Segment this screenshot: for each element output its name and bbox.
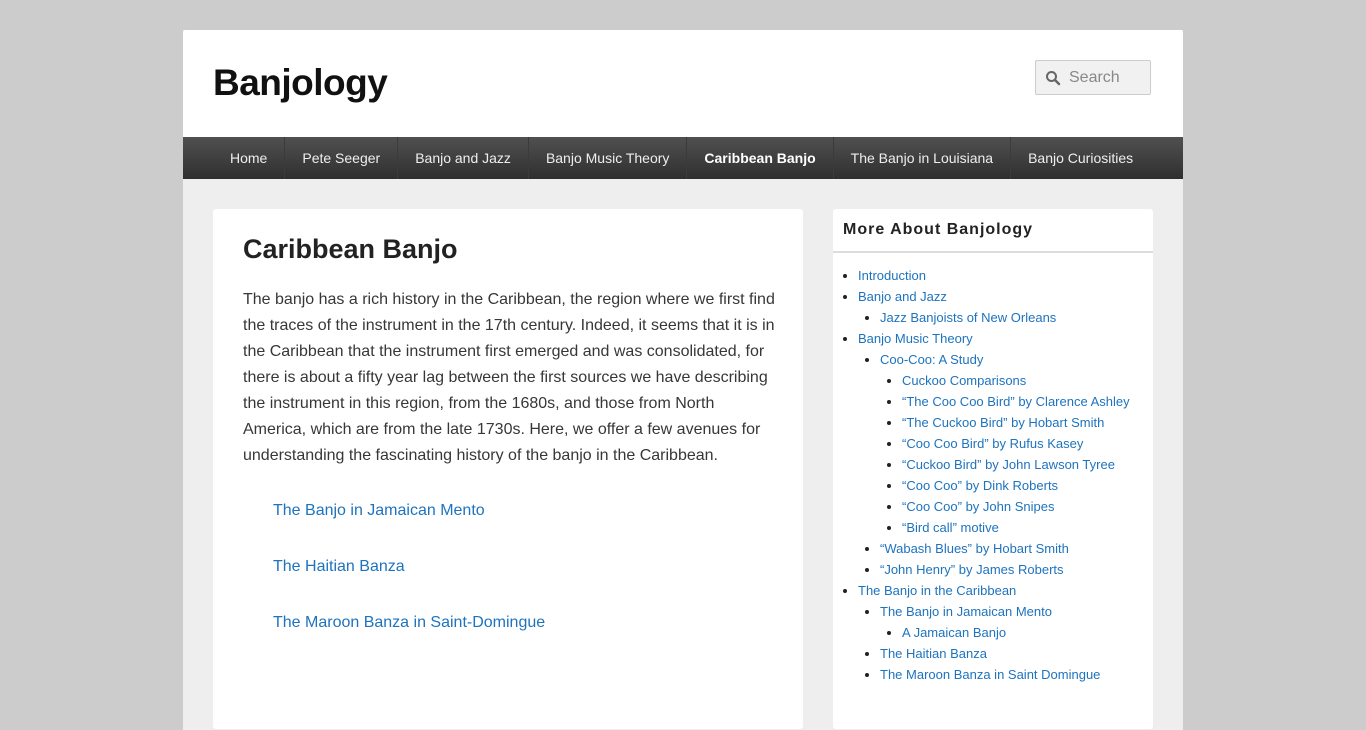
list-item: The Banjo in the Caribbean The Banjo in … (858, 580, 1153, 685)
list-item: “Bird call” motive (902, 517, 1153, 538)
nav-item-caribbean-banjo[interactable]: Caribbean Banjo (687, 137, 834, 179)
list-item: Banjo Music Theory Coo-Coo: A Study Cuck… (858, 328, 1153, 580)
nav-item-home[interactable]: Home (213, 137, 286, 179)
page-title: Caribbean Banjo (243, 234, 458, 264)
search-icon (1045, 70, 1061, 86)
nav-item-banjo-and-jazz[interactable]: Banjo and Jazz (398, 137, 529, 179)
link-haitian-banza[interactable]: The Haitian Banza (273, 558, 405, 576)
list-item: The Banjo in Jamaican Mento A Jamaican B… (880, 601, 1153, 643)
sidebar-link[interactable]: “The Coo Coo Bird” by Clarence Ashley (902, 394, 1130, 409)
list-item: Jazz Banjoists of New Orleans (880, 307, 1153, 328)
sidebar-link[interactable]: “Coo Coo Bird” by Rufus Kasey (902, 436, 1083, 451)
sidebar-link[interactable]: “Coo Coo” by Dink Roberts (902, 478, 1058, 493)
search-box[interactable] (1035, 60, 1151, 95)
sidebar-link[interactable]: The Haitian Banza (880, 646, 987, 661)
link-maroon-banza[interactable]: The Maroon Banza in Saint-Domingue (273, 614, 545, 632)
list-item: Introduction (858, 265, 1153, 286)
sidebar-link[interactable]: “John Henry” by James Roberts (880, 562, 1064, 577)
sidebar: More About Banjology Introduction Banjo … (833, 209, 1153, 729)
list-item: “Coo Coo” by John Snipes (902, 496, 1153, 517)
sidebar-link[interactable]: “Bird call” motive (902, 520, 999, 535)
sidebar-link[interactable]: “Wabash Blues” by Hobart Smith (880, 541, 1069, 556)
list-item: “John Henry” by James Roberts (880, 559, 1153, 580)
nav-item-pete-seeger[interactable]: Pete Seeger (285, 137, 399, 179)
sidebar-link[interactable]: The Banjo in Jamaican Mento (880, 604, 1052, 619)
sidebar-link[interactable]: The Maroon Banza in Saint Domingue (880, 667, 1100, 682)
sidebar-link[interactable]: Banjo Music Theory (858, 331, 973, 346)
sidebar-link[interactable]: “Cuckoo Bird” by John Lawson Tyree (902, 457, 1115, 472)
sidebar-link[interactable]: “Coo Coo” by John Snipes (902, 499, 1054, 514)
list-item: “Wabash Blues” by Hobart Smith (880, 538, 1153, 559)
list-item: Banjo and Jazz Jazz Banjoists of New Orl… (858, 286, 1153, 328)
sidebar-link[interactable]: A Jamaican Banjo (902, 625, 1006, 640)
list-item: “Coo Coo” by Dink Roberts (902, 475, 1153, 496)
sidebar-link[interactable]: Coo-Coo: A Study (880, 352, 983, 367)
main-nav: Home Pete Seeger Banjo and Jazz Banjo Mu… (183, 137, 1183, 179)
site-title[interactable]: Banjology (213, 64, 388, 101)
list-item: “The Cuckoo Bird” by Hobart Smith (902, 412, 1153, 433)
sidebar-title: More About Banjology (833, 209, 1153, 253)
sidebar-link[interactable]: Introduction (858, 268, 926, 283)
page: Banjology Home Pete Seeger Banjo and Jaz… (183, 30, 1183, 730)
sidebar-link[interactable]: Jazz Banjoists of New Orleans (880, 310, 1056, 325)
nav-item-banjo-curiosities[interactable]: Banjo Curiosities (1011, 137, 1150, 179)
sidebar-link[interactable]: The Banjo in the Caribbean (858, 583, 1016, 598)
link-jamaican-mento[interactable]: The Banjo in Jamaican Mento (273, 502, 485, 520)
nav-item-banjo-music-theory[interactable]: Banjo Music Theory (529, 137, 688, 179)
list-item: The Maroon Banza in Saint Domingue (880, 664, 1153, 685)
list-item: The Haitian Banza (880, 643, 1153, 664)
intro-paragraph: The banjo has a rich history in the Cari… (243, 291, 775, 464)
list-item: Cuckoo Comparisons (902, 370, 1153, 391)
sidebar-list: Introduction Banjo and Jazz Jazz Banjois… (833, 253, 1153, 685)
site-header: Banjology (183, 30, 1183, 137)
search-input[interactable] (1069, 61, 1149, 94)
main-content: Caribbean Banjo The banjo has a rich his… (213, 209, 803, 729)
sidebar-link[interactable]: Cuckoo Comparisons (902, 373, 1026, 388)
list-item: “Coo Coo Bird” by Rufus Kasey (902, 433, 1153, 454)
list-item: A Jamaican Banjo (902, 622, 1153, 643)
sidebar-link[interactable]: Banjo and Jazz (858, 289, 947, 304)
list-item: “Cuckoo Bird” by John Lawson Tyree (902, 454, 1153, 475)
list-item: “The Coo Coo Bird” by Clarence Ashley (902, 391, 1153, 412)
sidebar-link[interactable]: “The Cuckoo Bird” by Hobart Smith (902, 415, 1104, 430)
nav-item-banjo-in-louisiana[interactable]: The Banjo in Louisiana (834, 137, 1012, 179)
list-item: Coo-Coo: A Study Cuckoo Comparisons “The… (880, 349, 1153, 538)
